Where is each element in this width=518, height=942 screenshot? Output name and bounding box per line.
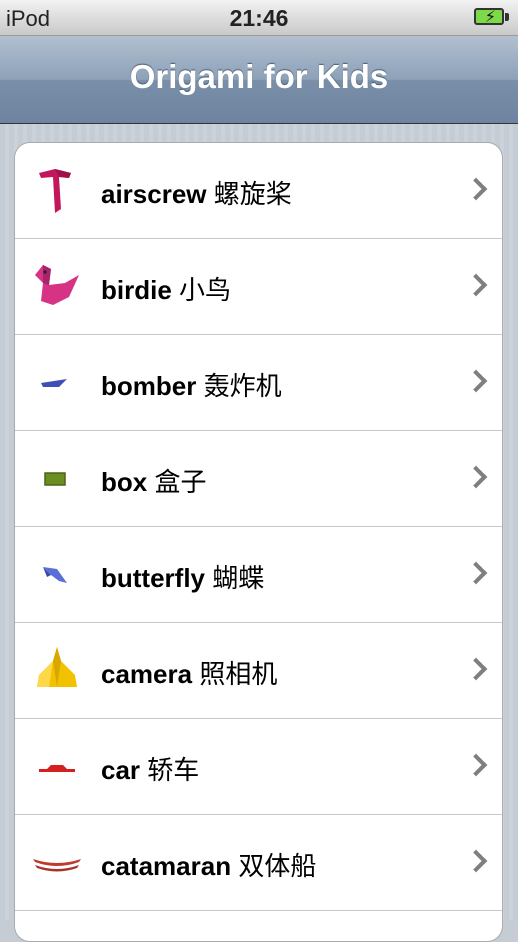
airscrew-icon — [39, 169, 71, 213]
status-bar: iPod 21:46 ⚡ — [0, 0, 518, 36]
item-label: butterfly 蝴蝶 — [101, 563, 265, 593]
item-label: bomber 轰炸机 — [101, 371, 282, 401]
list-item-butterfly[interactable]: butterfly 蝴蝶 — [15, 527, 502, 623]
catamaran-icon — [33, 859, 81, 872]
item-label: birdie 小鸟 — [101, 275, 232, 305]
item-label: box 盒子 — [101, 467, 207, 497]
list-item-car[interactable]: car 轿车 — [15, 719, 502, 815]
list-item-bomber[interactable]: bomber 轰炸机 — [15, 335, 502, 431]
charging-bolt-icon: ⚡ — [484, 9, 496, 26]
list-item-camera[interactable]: camera 照相机 — [15, 623, 502, 719]
chevron-right-icon — [464, 273, 488, 297]
chevron-right-icon — [464, 753, 488, 777]
origami-list: airscrew 螺旋桨 birdie 小鸟 bomber 轰炸机 box 盒子… — [14, 142, 503, 942]
camera-icon — [37, 647, 77, 687]
battery-tip — [505, 13, 509, 21]
list-item-airscrew[interactable]: airscrew 螺旋桨 — [15, 143, 502, 239]
chevron-right-icon — [464, 561, 488, 585]
item-label: airscrew 螺旋桨 — [101, 179, 292, 209]
clock: 21:46 — [229, 5, 289, 31]
page-title: Origami for Kids — [129, 58, 389, 95]
birdie-icon — [35, 265, 79, 305]
list-item-catamaran[interactable]: catamaran 双体船 — [15, 815, 502, 911]
navigation-bar: Origami for Kids — [0, 36, 518, 124]
chevron-right-icon — [464, 465, 488, 489]
chevron-right-icon — [464, 849, 488, 873]
list-item-birdie[interactable]: birdie 小鸟 — [15, 239, 502, 335]
box-icon — [44, 472, 66, 486]
bomber-icon — [41, 379, 67, 387]
car-icon — [39, 765, 75, 772]
item-label: catamaran 双体船 — [101, 851, 317, 881]
chevron-right-icon — [464, 369, 488, 393]
chevron-right-icon — [464, 657, 488, 681]
butterfly-icon — [43, 567, 67, 583]
chevron-right-icon — [464, 177, 488, 201]
item-label: camera 照相机 — [101, 659, 278, 689]
item-label: car 轿车 — [101, 755, 200, 785]
list-item-box[interactable]: box 盒子 — [15, 431, 502, 527]
